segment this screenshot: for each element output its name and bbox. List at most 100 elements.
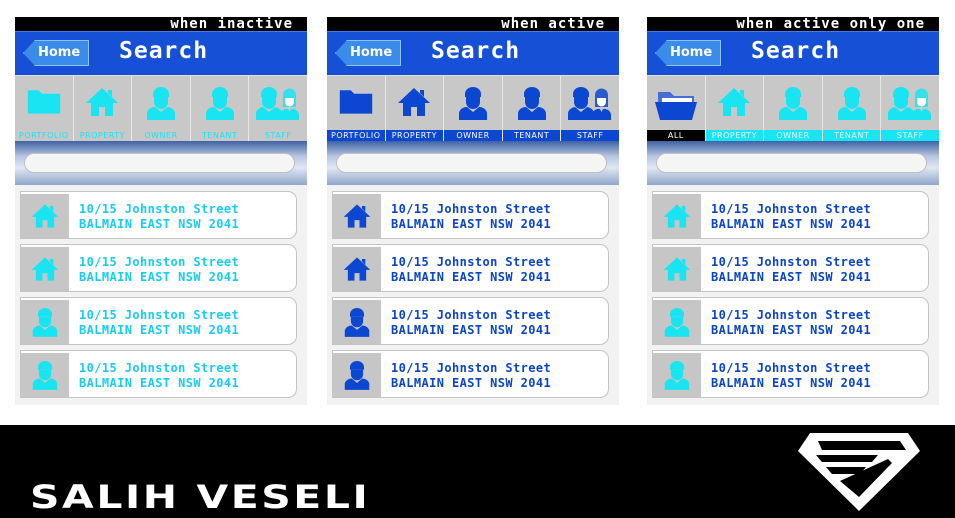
row-icon-box: [333, 298, 381, 344]
suburb-line: BALMAIN EAST NSW 2041: [711, 323, 872, 337]
house-icon: [396, 86, 432, 118]
tab-label: TENANT: [502, 130, 561, 141]
house-icon: [30, 203, 60, 230]
tab-tenant[interactable]: TENANT: [191, 76, 250, 141]
tab-portfolio[interactable]: PORTFOLIO: [327, 76, 386, 141]
tab-label: TENANT: [822, 130, 881, 141]
panel-inactive: when inactive Home Search PORTFOLIO PROP…: [15, 17, 307, 405]
tab-label: OWNER: [144, 131, 178, 140]
list-item[interactable]: 10/15 Johnston Street BALMAIN EAST NSW 2…: [332, 244, 609, 292]
person-icon: [145, 86, 177, 120]
tab-all[interactable]: ALL: [647, 76, 706, 141]
tab-label: PROPERTY: [79, 131, 126, 140]
row-icon-box: [21, 351, 69, 397]
tab-property[interactable]: PROPERTY: [74, 76, 133, 141]
list-item[interactable]: 10/15 Johnston Street BALMAIN EAST NSW 2…: [20, 350, 297, 398]
search-bar: [15, 141, 307, 185]
list-item[interactable]: 10/15 Johnston Street BALMAIN EAST NSW 2…: [332, 191, 609, 239]
tab-portfolio[interactable]: PORTFOLIO: [15, 76, 74, 141]
search-input[interactable]: [336, 153, 607, 173]
address-line: 10/15 Johnston Street: [711, 255, 872, 269]
row-icon-box: [333, 351, 381, 397]
tab-label: ALL: [647, 130, 705, 141]
tab-owner[interactable]: OWNER: [132, 76, 191, 141]
home-button[interactable]: Home: [655, 40, 721, 66]
person-icon: [836, 86, 868, 120]
tab-property[interactable]: PROPERTY: [705, 76, 765, 141]
row-icon-box: [653, 298, 701, 344]
tab-label: OWNER: [764, 130, 822, 141]
tab-property[interactable]: PROPERTY: [385, 76, 445, 141]
suburb-line: BALMAIN EAST NSW 2041: [79, 323, 240, 337]
tab-staff[interactable]: STAFF: [881, 76, 939, 141]
suburb-line: BALMAIN EAST NSW 2041: [79, 376, 240, 390]
list-item[interactable]: 10/15 Johnston Street BALMAIN EAST NSW 2…: [332, 350, 609, 398]
address-line: 10/15 Johnston Street: [391, 255, 552, 269]
row-icon-box: [653, 351, 701, 397]
search-input[interactable]: [656, 153, 927, 173]
list-item[interactable]: 10/15 Johnston Street BALMAIN EAST NSW 2…: [332, 297, 609, 345]
suburb-line: BALMAIN EAST NSW 2041: [79, 217, 240, 231]
tab-label: PROPERTY: [705, 130, 764, 141]
suburb-line: BALMAIN EAST NSW 2041: [391, 217, 552, 231]
list-item[interactable]: 10/15 Johnston Street BALMAIN EAST NSW 2…: [652, 297, 929, 345]
address-line: 10/15 Johnston Street: [711, 361, 872, 375]
house-icon: [716, 86, 752, 118]
list-item[interactable]: 10/15 Johnston Street BALMAIN EAST NSW 2…: [20, 244, 297, 292]
list-item[interactable]: 10/15 Johnston Street BALMAIN EAST NSW 2…: [652, 350, 929, 398]
list-item[interactable]: 10/15 Johnston Street BALMAIN EAST NSW 2…: [20, 191, 297, 239]
panel-active-only-one: when active only one Home Search ALL PRO…: [647, 17, 939, 405]
person-icon: [516, 86, 548, 120]
house-icon: [662, 203, 692, 230]
row-icon-box: [653, 245, 701, 291]
row-icon-box: [333, 192, 381, 238]
tab-label: STAFF: [881, 130, 939, 141]
panel-active: when active Home Search PORTFOLIO PROPER…: [327, 17, 619, 405]
brand-name: SALIH VESELI: [30, 478, 371, 516]
person-icon: [663, 360, 691, 390]
suburb-line: BALMAIN EAST NSW 2041: [711, 270, 872, 284]
person-icon: [31, 307, 59, 337]
search-input[interactable]: [24, 153, 295, 173]
person-icon: [457, 86, 489, 120]
tab-owner[interactable]: OWNER: [444, 76, 503, 141]
person-icon: [663, 307, 691, 337]
tab-tenant[interactable]: TENANT: [502, 76, 562, 141]
suburb-line: BALMAIN EAST NSW 2041: [711, 376, 872, 390]
folder-icon: [26, 86, 62, 116]
tab-label: PROPERTY: [385, 130, 444, 141]
house-icon: [342, 256, 372, 283]
house-icon: [84, 86, 120, 118]
address-line: 10/15 Johnston Street: [79, 255, 240, 269]
home-button[interactable]: Home: [335, 40, 401, 66]
address-line: 10/15 Johnston Street: [711, 202, 872, 216]
tab-staff[interactable]: STAFF: [249, 76, 307, 141]
tab-owner[interactable]: OWNER: [764, 76, 823, 141]
panel-caption: when inactive: [15, 17, 307, 31]
folder-open-icon: [654, 86, 698, 122]
address-line: 10/15 Johnston Street: [391, 361, 552, 375]
suburb-line: BALMAIN EAST NSW 2041: [391, 270, 552, 284]
page-title: Search: [119, 38, 209, 64]
panel-caption: when active only one: [647, 17, 939, 31]
superman-shield-logo: [798, 433, 920, 511]
results-list: 10/15 Johnston Street BALMAIN EAST NSW 2…: [647, 185, 939, 398]
tab-label: TENANT: [201, 131, 238, 140]
results-list: 10/15 Johnston Street BALMAIN EAST NSW 2…: [15, 185, 307, 398]
app-header: Home Search: [327, 31, 619, 75]
footer-banner: SALIH VESELI: [0, 425, 955, 518]
list-item[interactable]: 10/15 Johnston Street BALMAIN EAST NSW 2…: [20, 297, 297, 345]
app-header: Home Search: [647, 31, 939, 75]
app-header: Home Search: [15, 31, 307, 75]
tab-label: PORTFOLIO: [327, 130, 385, 141]
tab-label: STAFF: [561, 130, 619, 141]
address-line: 10/15 Johnston Street: [79, 361, 240, 375]
suburb-line: BALMAIN EAST NSW 2041: [79, 270, 240, 284]
results-list: 10/15 Johnston Street BALMAIN EAST NSW 2…: [327, 185, 619, 398]
home-button[interactable]: Home: [23, 40, 89, 66]
panel-caption: when active: [327, 17, 619, 31]
list-item[interactable]: 10/15 Johnston Street BALMAIN EAST NSW 2…: [652, 191, 929, 239]
list-item[interactable]: 10/15 Johnston Street BALMAIN EAST NSW 2…: [652, 244, 929, 292]
tab-staff[interactable]: STAFF: [561, 76, 619, 141]
tab-tenant[interactable]: TENANT: [822, 76, 882, 141]
